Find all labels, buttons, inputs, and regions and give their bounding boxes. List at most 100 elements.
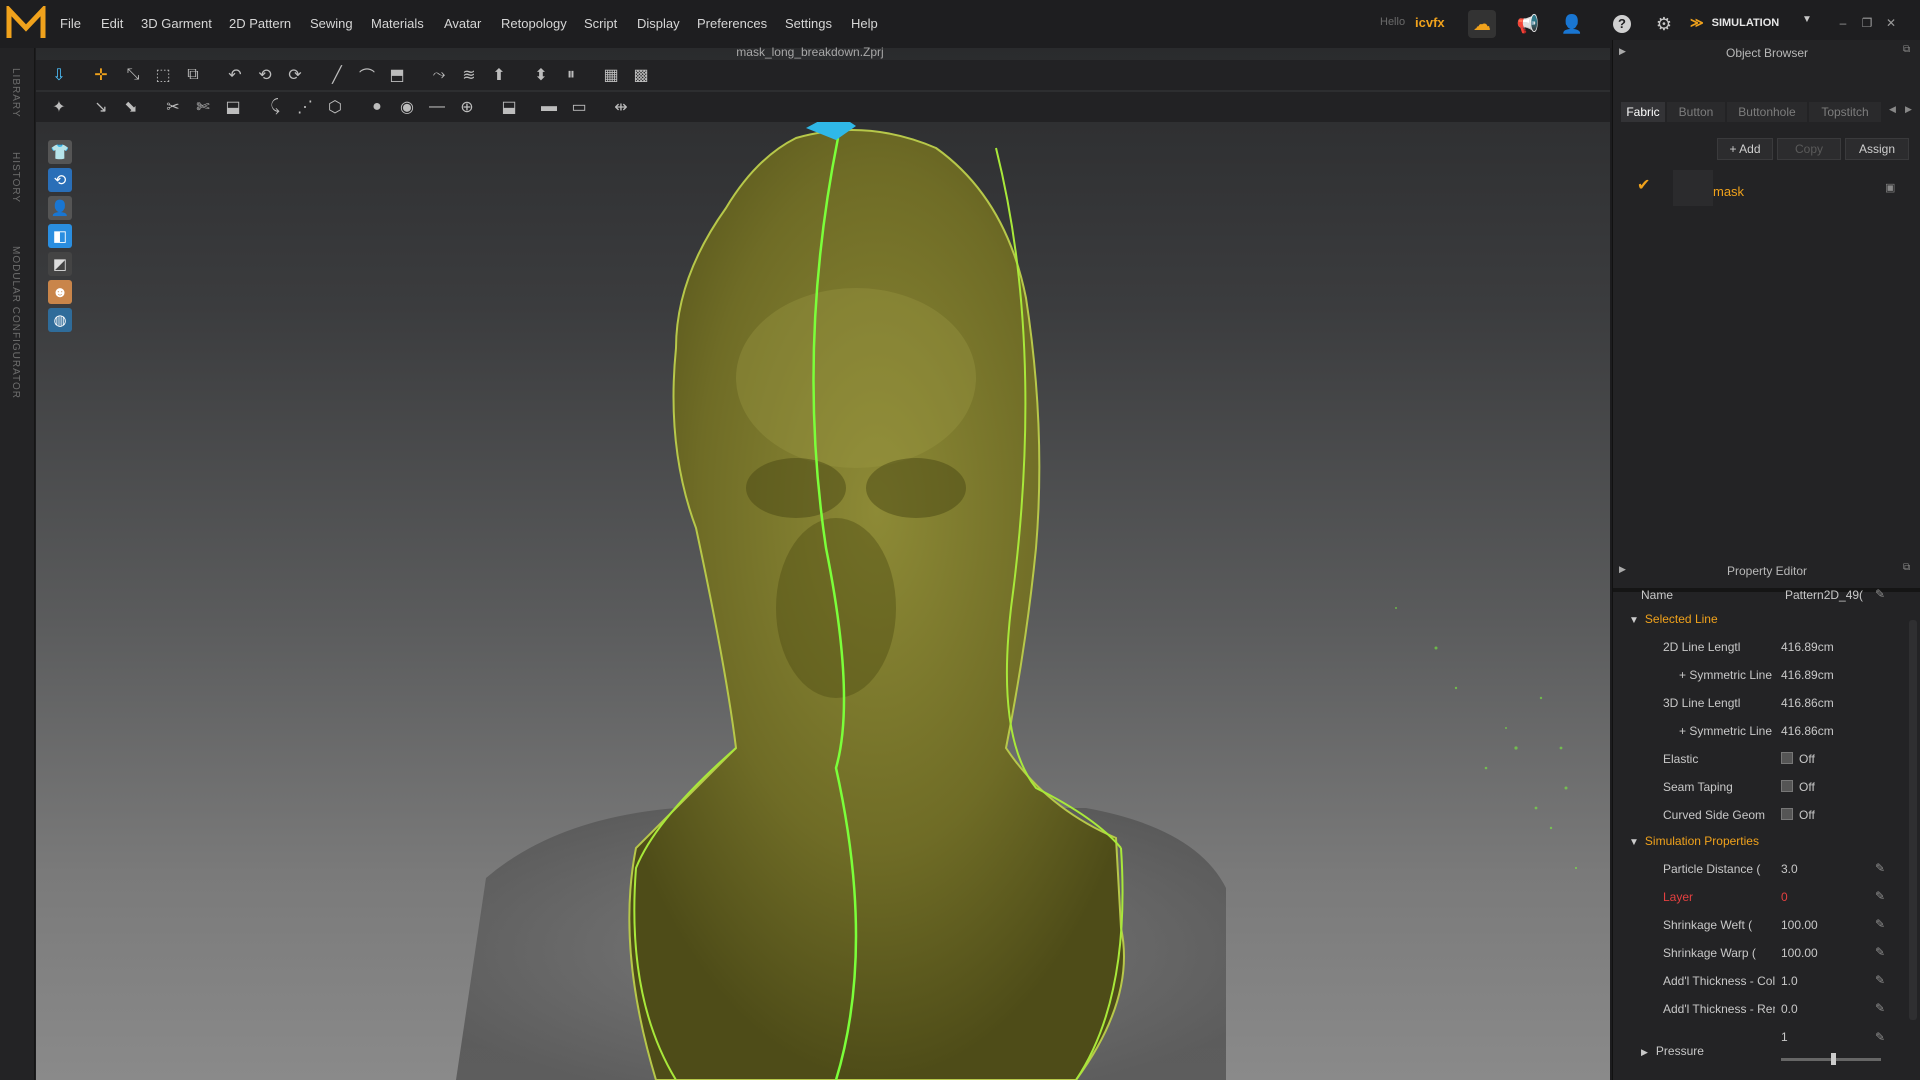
menu-settings[interactable]: Settings bbox=[785, 16, 832, 31]
checkbox[interactable] bbox=[1781, 808, 1793, 820]
help-icon[interactable]: ? bbox=[1608, 10, 1636, 38]
garment-icon[interactable]: ⬍ bbox=[528, 64, 554, 86]
fold-icon[interactable]: ↶ bbox=[222, 64, 248, 86]
fabric-view-icon[interactable]: ◧ bbox=[48, 224, 72, 248]
fitting-icon[interactable]: ⏸ bbox=[558, 64, 584, 86]
grid-icon[interactable]: ▦ bbox=[598, 64, 624, 86]
user-account-icon[interactable]: 👤 bbox=[1558, 10, 1586, 38]
thickness-render-field[interactable]: 0.0 bbox=[1781, 1002, 1798, 1016]
restore-button[interactable]: ❐ bbox=[1858, 14, 1876, 32]
menu-avatar[interactable]: Avatar bbox=[444, 16, 481, 31]
pencil-icon[interactable]: ✎ bbox=[1875, 587, 1885, 601]
garment-view-icon[interactable]: 👕 bbox=[48, 140, 72, 164]
layer-field[interactable]: 0 bbox=[1781, 890, 1788, 904]
prop-name-value[interactable]: Pattern2D_49( bbox=[1785, 588, 1863, 602]
box-select-icon[interactable]: ⧉ bbox=[180, 64, 206, 86]
cloud-sync-icon[interactable]: ☁ bbox=[1468, 10, 1496, 38]
app-logo-icon[interactable] bbox=[6, 6, 46, 42]
menu-retopology[interactable]: Retopology bbox=[501, 16, 567, 31]
sewing-view-icon[interactable]: ⟲ bbox=[48, 168, 72, 192]
menu-preferences[interactable]: Preferences bbox=[697, 16, 767, 31]
pencil-icon[interactable]: ✎ bbox=[1875, 973, 1885, 987]
add-button[interactable]: + Add bbox=[1717, 138, 1773, 160]
buttonhole-icon[interactable]: ◉ bbox=[394, 96, 420, 118]
tuck-icon[interactable]: ⌒ bbox=[354, 64, 380, 86]
texture-icon[interactable]: ⬡ bbox=[322, 96, 348, 118]
tab-button[interactable]: Button bbox=[1667, 102, 1725, 122]
button-tool-icon[interactable]: ● bbox=[364, 96, 390, 118]
menu-display[interactable]: Display bbox=[637, 16, 680, 31]
pattern-view-icon[interactable]: ◩ bbox=[48, 252, 72, 276]
sew-icon[interactable]: ⤳ bbox=[426, 64, 452, 86]
menu-sewing[interactable]: Sewing bbox=[310, 16, 353, 31]
pressure-slider-handle[interactable] bbox=[1831, 1053, 1836, 1065]
measure-icon[interactable]: ↘ bbox=[88, 96, 114, 118]
menu-help[interactable]: Help bbox=[851, 16, 878, 31]
pencil-icon[interactable]: ✎ bbox=[1875, 917, 1885, 931]
assign-button[interactable]: Assign bbox=[1845, 138, 1909, 160]
minimize-button[interactable]: – bbox=[1834, 14, 1852, 32]
menu-file[interactable]: File bbox=[60, 16, 81, 31]
checkbox[interactable] bbox=[1781, 780, 1793, 792]
environment-view-icon[interactable]: ◍ bbox=[48, 308, 72, 332]
fabric-icon[interactable]: ⬆ bbox=[486, 64, 512, 86]
menu-edit[interactable]: Edit bbox=[101, 16, 123, 31]
trim-icon[interactable]: ⊕ bbox=[454, 96, 480, 118]
menu-2d-pattern[interactable]: 2D Pattern bbox=[229, 16, 291, 31]
graphic-icon[interactable]: ▭ bbox=[566, 96, 592, 118]
avatar-pose-icon[interactable]: ✦ bbox=[46, 96, 72, 118]
close-button[interactable]: ✕ bbox=[1882, 14, 1900, 32]
zip-icon[interactable]: ⋰ bbox=[292, 96, 318, 118]
tab-buttonhole[interactable]: Buttonhole bbox=[1727, 102, 1807, 122]
move-icon[interactable]: ✛ bbox=[88, 64, 114, 86]
tab-library[interactable]: LIBRARY bbox=[10, 68, 21, 118]
announcement-icon[interactable]: 📢 bbox=[1514, 10, 1542, 38]
piece-icon[interactable]: ⬓ bbox=[220, 96, 246, 118]
shrinkage-weft-field[interactable]: 100.00 bbox=[1781, 918, 1818, 932]
pencil-icon[interactable]: ✎ bbox=[1875, 1001, 1885, 1015]
tab-scroll-left-icon[interactable]: ◀ bbox=[1889, 104, 1896, 115]
arrange-icon[interactable]: ⟲ bbox=[252, 64, 278, 86]
section-selected-line[interactable]: ▼ Selected Line bbox=[1629, 612, 1718, 626]
undock-icon[interactable]: ⧉ bbox=[1903, 44, 1910, 55]
drape-icon[interactable]: ⬊ bbox=[118, 96, 144, 118]
split-icon[interactable]: ⇹ bbox=[608, 96, 634, 118]
tab-topstitch[interactable]: Topstitch bbox=[1809, 102, 1881, 122]
menu-3d-garment[interactable]: 3D Garment bbox=[141, 16, 212, 31]
cut-icon[interactable]: ✂ bbox=[160, 96, 186, 118]
tab-fabric[interactable]: Fabric bbox=[1621, 102, 1665, 122]
avatar-view-icon[interactable]: 👤 bbox=[48, 196, 72, 220]
seam-taping-icon[interactable]: ▬ bbox=[536, 96, 562, 118]
menu-script[interactable]: Script bbox=[584, 16, 617, 31]
pencil-icon[interactable]: ✎ bbox=[1875, 945, 1885, 959]
mode-selector[interactable]: ≫ SIMULATION bbox=[1690, 10, 1790, 36]
stitch-icon[interactable]: ≋ bbox=[456, 64, 482, 86]
gear-icon[interactable]: ⚙ bbox=[1650, 10, 1678, 38]
scissors-icon[interactable]: ✄ bbox=[190, 96, 216, 118]
fabric-item-mask[interactable]: mask bbox=[1713, 184, 1744, 199]
grid-alt-icon[interactable]: ▩ bbox=[628, 64, 654, 86]
select-icon[interactable]: ⇩ bbox=[46, 64, 72, 86]
shrinkage-warp-field[interactable]: 100.00 bbox=[1781, 946, 1818, 960]
copy-button[interactable]: Copy bbox=[1777, 138, 1841, 160]
property-scrollbar[interactable] bbox=[1909, 620, 1917, 1020]
pressure-field[interactable]: 1 bbox=[1781, 1030, 1788, 1044]
tab-modular-configurator[interactable]: MODULAR CONFIGURATOR bbox=[10, 246, 21, 399]
curved-side-toggle[interactable]: Off bbox=[1781, 808, 1815, 822]
menu-materials[interactable]: Materials bbox=[371, 16, 424, 31]
3d-viewport[interactable] bbox=[36, 48, 1610, 1080]
transform-icon[interactable]: ⬚ bbox=[150, 64, 176, 86]
username[interactable]: icvfx bbox=[1415, 15, 1445, 30]
prop-label[interactable]: ▶ Pressure bbox=[1641, 1044, 1753, 1058]
section-simulation-properties[interactable]: ▼ Simulation Properties bbox=[1629, 834, 1759, 848]
thickness-collision-field[interactable]: 1.0 bbox=[1781, 974, 1798, 988]
skin-view-icon[interactable]: ☻ bbox=[48, 280, 72, 304]
elastic-toggle[interactable]: Off bbox=[1781, 752, 1815, 766]
save-icon[interactable]: ▣ bbox=[1885, 181, 1895, 194]
tab-scroll-right-icon[interactable]: ▶ bbox=[1905, 104, 1912, 115]
shirring-icon[interactable]: ⬒ bbox=[384, 64, 410, 86]
pencil-icon[interactable]: ✎ bbox=[1875, 861, 1885, 875]
particle-distance-field[interactable]: 3.0 bbox=[1781, 862, 1798, 876]
tab-history[interactable]: HISTORY bbox=[10, 152, 21, 203]
line-icon[interactable]: — bbox=[424, 96, 450, 118]
